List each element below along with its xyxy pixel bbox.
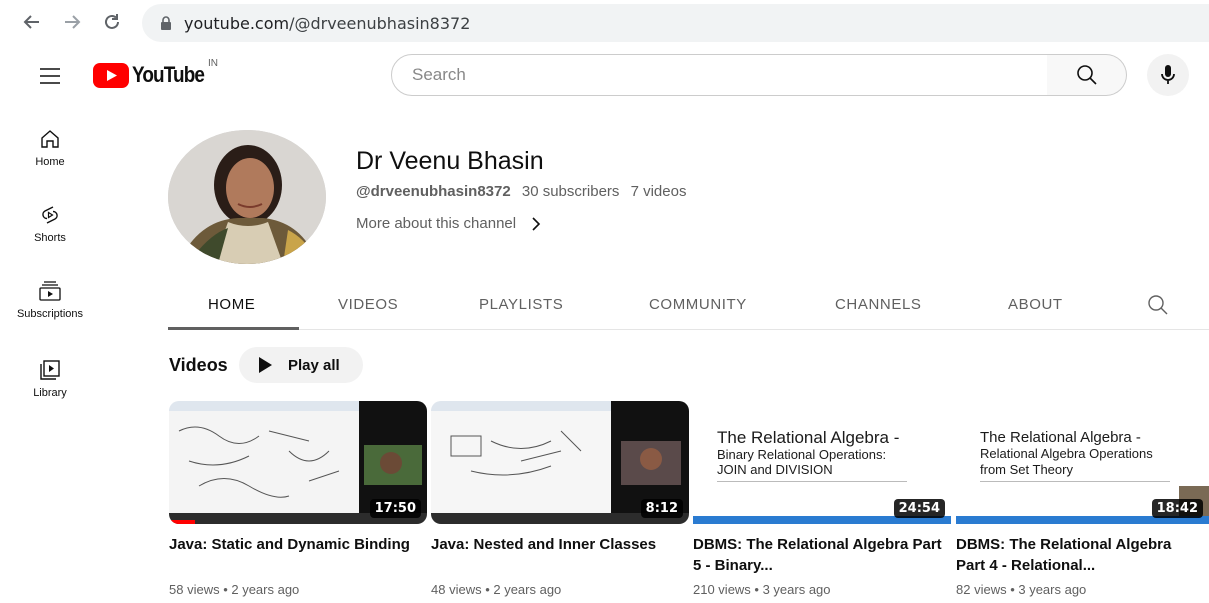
video-card[interactable]: The Relational Algebra - Binary Relation… xyxy=(693,401,951,597)
tab-community[interactable]: COMMUNITY xyxy=(649,296,747,313)
more-about-label: More about this channel xyxy=(356,215,517,232)
sidebar-item-label: Subscriptions xyxy=(16,308,84,320)
video-thumbnail[interactable]: The Relational Algebra - Relational Alge… xyxy=(956,401,1209,524)
microphone-icon xyxy=(1161,65,1175,84)
shorts-icon xyxy=(42,206,58,224)
shelf-title: Videos xyxy=(169,355,228,375)
logo-wordmark: YouTube xyxy=(132,62,205,87)
video-card[interactable]: 8:12 Java: Nested and Inner Classes 48 v… xyxy=(431,401,689,597)
video-title[interactable]: DBMS: The Relational Algebra Part 5 - Bi… xyxy=(693,534,943,576)
video-duration: 24:54 xyxy=(893,499,945,518)
sidebar-item-shorts[interactable]: Shorts xyxy=(0,204,100,244)
search-placeholder: Search xyxy=(412,65,466,84)
reload-icon[interactable] xyxy=(100,10,124,34)
youtube-play-logo-icon xyxy=(93,62,129,88)
subscriber-count: 30 subscribers xyxy=(521,183,620,200)
video-title[interactable]: DBMS: The Relational Algebra Part 4 - Re… xyxy=(956,534,1201,576)
channel-search-icon[interactable] xyxy=(1146,293,1170,317)
video-meta: 82 views • 3 years ago xyxy=(956,582,1087,597)
video-count: 7 videos xyxy=(630,183,687,200)
avatar-photo xyxy=(168,130,326,264)
video-duration: 17:50 xyxy=(369,499,421,518)
slide-subtitle: from Set Theory xyxy=(980,462,1073,477)
slide-title: The Relational Algebra - xyxy=(980,429,1141,446)
search-icon xyxy=(1076,65,1097,85)
video-card[interactable]: The Relational Algebra - Relational Alge… xyxy=(956,401,1209,597)
video-title[interactable]: Java: Nested and Inner Classes xyxy=(431,534,681,576)
tab-channels[interactable]: CHANNELS xyxy=(835,296,922,313)
hamburger-menu-icon[interactable] xyxy=(38,64,62,88)
active-tab-indicator xyxy=(168,327,299,330)
sidebar-item-label: Home xyxy=(35,156,65,168)
subscriptions-icon xyxy=(39,281,61,301)
video-duration: 8:12 xyxy=(640,499,683,518)
slide-subtitle: JOIN and DIVISION xyxy=(717,462,833,477)
browser-toolbar: youtube.com/@drveenubhasin8372 xyxy=(0,0,1209,46)
slide-subtitle: Relational Algebra Operations xyxy=(980,446,1153,461)
sidebar-item-label: Shorts xyxy=(34,232,66,244)
tab-videos[interactable]: VIDEOS xyxy=(338,296,398,313)
video-meta: 48 views • 2 years ago xyxy=(431,582,562,597)
play-all-label: Play all xyxy=(288,356,340,374)
channel-avatar[interactable] xyxy=(168,130,326,264)
tab-home[interactable]: HOME xyxy=(208,296,255,313)
slide-divider xyxy=(717,481,907,482)
video-duration: 18:42 xyxy=(1151,499,1203,518)
video-meta: 58 views • 2 years ago xyxy=(169,582,300,597)
forward-arrow-icon[interactable] xyxy=(60,10,84,34)
sidebar-item-home[interactable]: Home xyxy=(0,128,100,168)
youtube-masthead: YouTube IN Search xyxy=(0,46,1209,106)
sidebar-item-library[interactable]: Library xyxy=(0,359,100,399)
video-thumbnail[interactable]: The Relational Algebra - Binary Relation… xyxy=(693,401,951,524)
play-all-button[interactable]: Play all xyxy=(239,347,363,383)
library-icon xyxy=(40,360,60,380)
lock-icon xyxy=(161,16,171,30)
tab-about[interactable]: ABOUT xyxy=(1008,296,1063,313)
video-title[interactable]: Java: Static and Dynamic Binding xyxy=(169,534,419,576)
slide-divider xyxy=(980,481,1170,482)
video-meta: 210 views • 3 years ago xyxy=(693,582,831,597)
channel-handle: @drveenubhasin8372 xyxy=(356,183,511,200)
slide-subtitle: Binary Relational Operations: xyxy=(717,447,887,462)
search-button[interactable] xyxy=(1047,54,1127,96)
watch-progress-bar xyxy=(169,520,195,524)
sidebar-item-label: Library xyxy=(33,387,67,399)
chevron-right-icon xyxy=(532,216,541,231)
sidebar-item-subscriptions[interactable]: Subscriptions xyxy=(0,280,100,320)
video-thumbnail[interactable]: 8:12 xyxy=(431,401,689,524)
play-icon xyxy=(259,357,272,373)
youtube-logo[interactable]: YouTube xyxy=(93,62,216,88)
channel-meta: @drveenubhasin8372 30 subscribers 7 vide… xyxy=(356,183,693,200)
more-about-channel-link[interactable]: More about this channel xyxy=(356,215,542,232)
search-input[interactable]: Search xyxy=(391,54,1048,96)
home-icon xyxy=(41,130,59,148)
slide-title: The Relational Algebra - xyxy=(717,428,900,447)
voice-search-button[interactable] xyxy=(1147,54,1189,96)
channel-name: Dr Veenu Bhasin xyxy=(356,147,544,175)
video-thumbnail[interactable]: 17:50 xyxy=(169,401,427,524)
youtube-channel-page: youtube.com/@drveenubhasin8372 YouTube I… xyxy=(0,0,1209,603)
url-text: youtube.com/@drveenubhasin8372 xyxy=(184,13,471,33)
back-arrow-icon[interactable] xyxy=(20,10,44,34)
video-card[interactable]: 17:50 Java: Static and Dynamic Binding 5… xyxy=(169,401,427,597)
channel-tabs: HOME VIDEOS PLAYLISTS COMMUNITY CHANNELS… xyxy=(168,282,1209,330)
address-bar[interactable]: youtube.com/@drveenubhasin8372 xyxy=(142,4,1209,42)
tab-playlists[interactable]: PLAYLISTS xyxy=(479,296,563,313)
country-code: IN xyxy=(208,58,218,69)
